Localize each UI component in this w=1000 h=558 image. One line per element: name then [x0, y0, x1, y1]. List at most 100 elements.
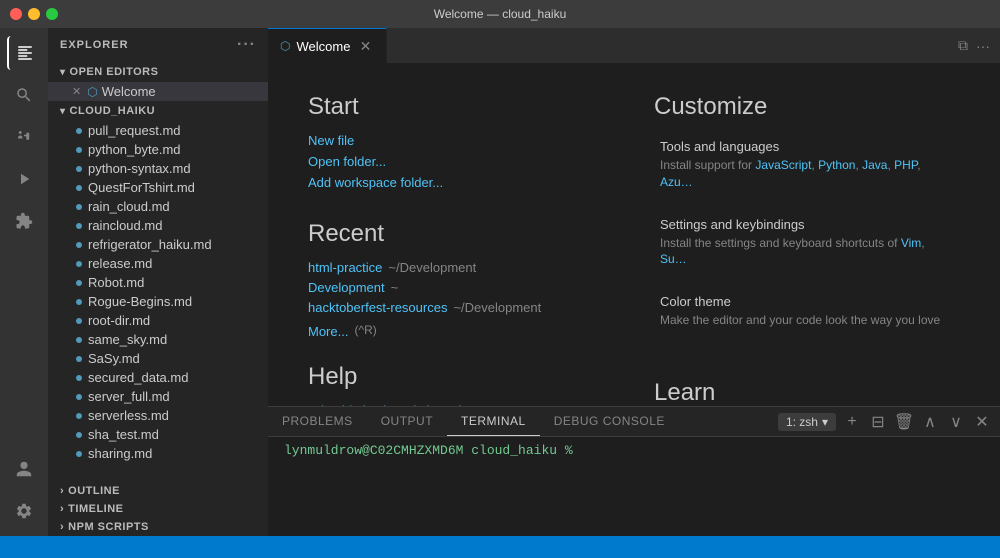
file-item[interactable]: Rogue-Begins.md — [48, 292, 268, 311]
open-editors-section[interactable]: ▾ Open Editors — [48, 62, 268, 82]
recent-item-hacktoberfest[interactable]: hacktoberfest-resources ~/Development — [308, 300, 614, 315]
problems-label: PROBLEMS — [282, 414, 353, 428]
delete-terminal-icon[interactable]: 🗑 — [894, 412, 914, 432]
cloud-haiku-chevron-icon: ▾ — [60, 106, 66, 117]
activity-account[interactable] — [7, 452, 41, 486]
open-editor-welcome[interactable]: ✕ ⬡ Welcome — [48, 82, 268, 101]
activity-source-control[interactable] — [7, 120, 41, 154]
new-file-link[interactable]: New file — [308, 133, 614, 148]
file-dot-icon — [76, 280, 82, 286]
file-item[interactable]: SaSy.md — [48, 349, 268, 368]
file-item[interactable]: server_full.md — [48, 387, 268, 406]
output-label: OUTPUT — [381, 414, 433, 428]
file-item[interactable]: sharing.md — [48, 444, 268, 463]
file-name: server_full.md — [88, 389, 170, 404]
panel-tab-output[interactable]: OUTPUT — [367, 407, 447, 436]
color-theme-item[interactable]: Color theme Make the editor and your cod… — [654, 288, 960, 335]
activity-search[interactable] — [7, 78, 41, 112]
timeline-label: TIMELINE — [68, 503, 123, 515]
timeline-chevron-icon: › — [60, 503, 64, 515]
recent-title: Recent — [308, 220, 614, 248]
main-layout: Explorer ··· ▾ Open Editors ✕ ⬡ Welcome … — [0, 28, 1000, 536]
panel-collapse-icon[interactable]: ∨ — [946, 412, 966, 432]
editor-close-icon[interactable]: ✕ — [72, 85, 81, 98]
recent-link[interactable]: hacktoberfest-resources — [308, 300, 447, 315]
minimize-button[interactable] — [28, 8, 40, 20]
file-name: Rogue-Begins.md — [88, 294, 192, 309]
title-bar: Welcome — cloud_haiku — [0, 0, 1000, 28]
file-item[interactable]: python_byte.md — [48, 140, 268, 159]
maximize-button[interactable] — [46, 8, 58, 20]
new-terminal-icon[interactable]: + — [842, 412, 862, 432]
file-dot-icon — [76, 299, 82, 305]
window-title: Welcome — cloud_haiku — [434, 7, 567, 21]
close-button[interactable] — [10, 8, 22, 20]
activity-extensions[interactable] — [7, 204, 41, 238]
file-item[interactable]: pull_request.md — [48, 121, 268, 140]
more-shortcut: (^R) — [354, 323, 376, 337]
start-section: Start New file Open folder... Add worksp… — [308, 93, 614, 196]
file-item[interactable]: secured_data.md — [48, 368, 268, 387]
python-highlight: Python — [818, 158, 855, 172]
cloud-haiku-section[interactable]: ▾ CLOUD_HAIKU — [48, 101, 268, 121]
su-highlight: Su… — [660, 252, 687, 266]
timeline-section[interactable]: › TIMELINE — [48, 500, 268, 518]
open-folder-link[interactable]: Open folder... — [308, 154, 614, 169]
sidebar-more-icon[interactable]: ··· — [237, 36, 256, 54]
file-item[interactable]: Robot.md — [48, 273, 268, 292]
file-item[interactable]: sha_test.md — [48, 425, 268, 444]
split-terminal-icon[interactable]: ⊟ — [868, 412, 888, 432]
customize-section: Customize Tools and languages Install su… — [654, 93, 960, 349]
file-dot-icon — [76, 166, 82, 172]
terminal-prompt: lynmuldrow@C02CMHZXMD6M cloud_haiku % — [284, 443, 573, 458]
outline-section[interactable]: › OUTLINE — [48, 482, 268, 500]
file-item[interactable]: QuestForTshirt.md — [48, 178, 268, 197]
recent-item-dev[interactable]: Development ~ — [308, 280, 614, 295]
terminal-selector[interactable]: 1: zsh ▾ — [778, 413, 836, 431]
file-dot-icon — [76, 394, 82, 400]
file-dot-icon — [76, 356, 82, 362]
file-name: refrigerator_haiku.md — [88, 237, 212, 252]
npm-scripts-section[interactable]: › NPM SCRIPTS — [48, 518, 268, 536]
add-workspace-link[interactable]: Add workspace folder... — [308, 175, 614, 190]
tab-welcome[interactable]: ⬡ Welcome ✕ — [268, 28, 387, 63]
panel-close-icon[interactable]: ✕ — [972, 412, 992, 432]
split-editor-icon[interactable]: ⧉ — [956, 35, 970, 56]
file-item[interactable]: python-syntax.md — [48, 159, 268, 178]
file-name: Robot.md — [88, 275, 144, 290]
recent-path: ~ — [391, 280, 399, 295]
activity-run-debug[interactable] — [7, 162, 41, 196]
activity-bar-bottom — [7, 452, 41, 528]
file-item[interactable]: serverless.md — [48, 406, 268, 425]
terminal-dropdown-icon: ▾ — [822, 415, 828, 429]
file-item[interactable]: root-dir.md — [48, 311, 268, 330]
tools-languages-item[interactable]: Tools and languages Install support for … — [654, 133, 960, 197]
recent-link[interactable]: Development — [308, 280, 385, 295]
file-item[interactable]: release.md — [48, 254, 268, 273]
file-dot-icon — [76, 261, 82, 267]
cloud-haiku-label: CLOUD_HAIKU — [70, 105, 156, 117]
welcome-right-col: Customize Tools and languages Install su… — [654, 93, 960, 406]
file-item[interactable]: rain_cloud.md — [48, 197, 268, 216]
file-item[interactable]: raincloud.md — [48, 216, 268, 235]
activity-explorer[interactable] — [7, 36, 41, 70]
file-name: sharing.md — [88, 446, 152, 461]
activity-bar — [0, 28, 48, 536]
js-highlight: JavaScript — [755, 158, 811, 172]
panel-tab-debug-console[interactable]: DEBUG CONSOLE — [540, 407, 679, 436]
file-name: pull_request.md — [88, 123, 181, 138]
file-item[interactable]: refrigerator_haiku.md — [48, 235, 268, 254]
more-actions-icon[interactable]: ··· — [974, 36, 992, 56]
panel-tab-problems[interactable]: PROBLEMS — [268, 407, 367, 436]
panel-tab-terminal[interactable]: TERMINAL — [447, 407, 540, 436]
tab-close-icon[interactable]: ✕ — [356, 37, 374, 55]
more-link[interactable]: More... — [308, 324, 348, 339]
outline-chevron-icon: › — [60, 485, 64, 497]
recent-link[interactable]: html-practice — [308, 260, 382, 275]
panel-expand-icon[interactable]: ∧ — [920, 412, 940, 432]
activity-settings[interactable] — [7, 494, 41, 528]
settings-keybindings-item[interactable]: Settings and keybindings Install the set… — [654, 211, 960, 275]
file-item[interactable]: same_sky.md — [48, 330, 268, 349]
terminal-content[interactable]: lynmuldrow@C02CMHZXMD6M cloud_haiku % — [268, 437, 1000, 536]
recent-item-html[interactable]: html-practice ~/Development — [308, 260, 614, 275]
